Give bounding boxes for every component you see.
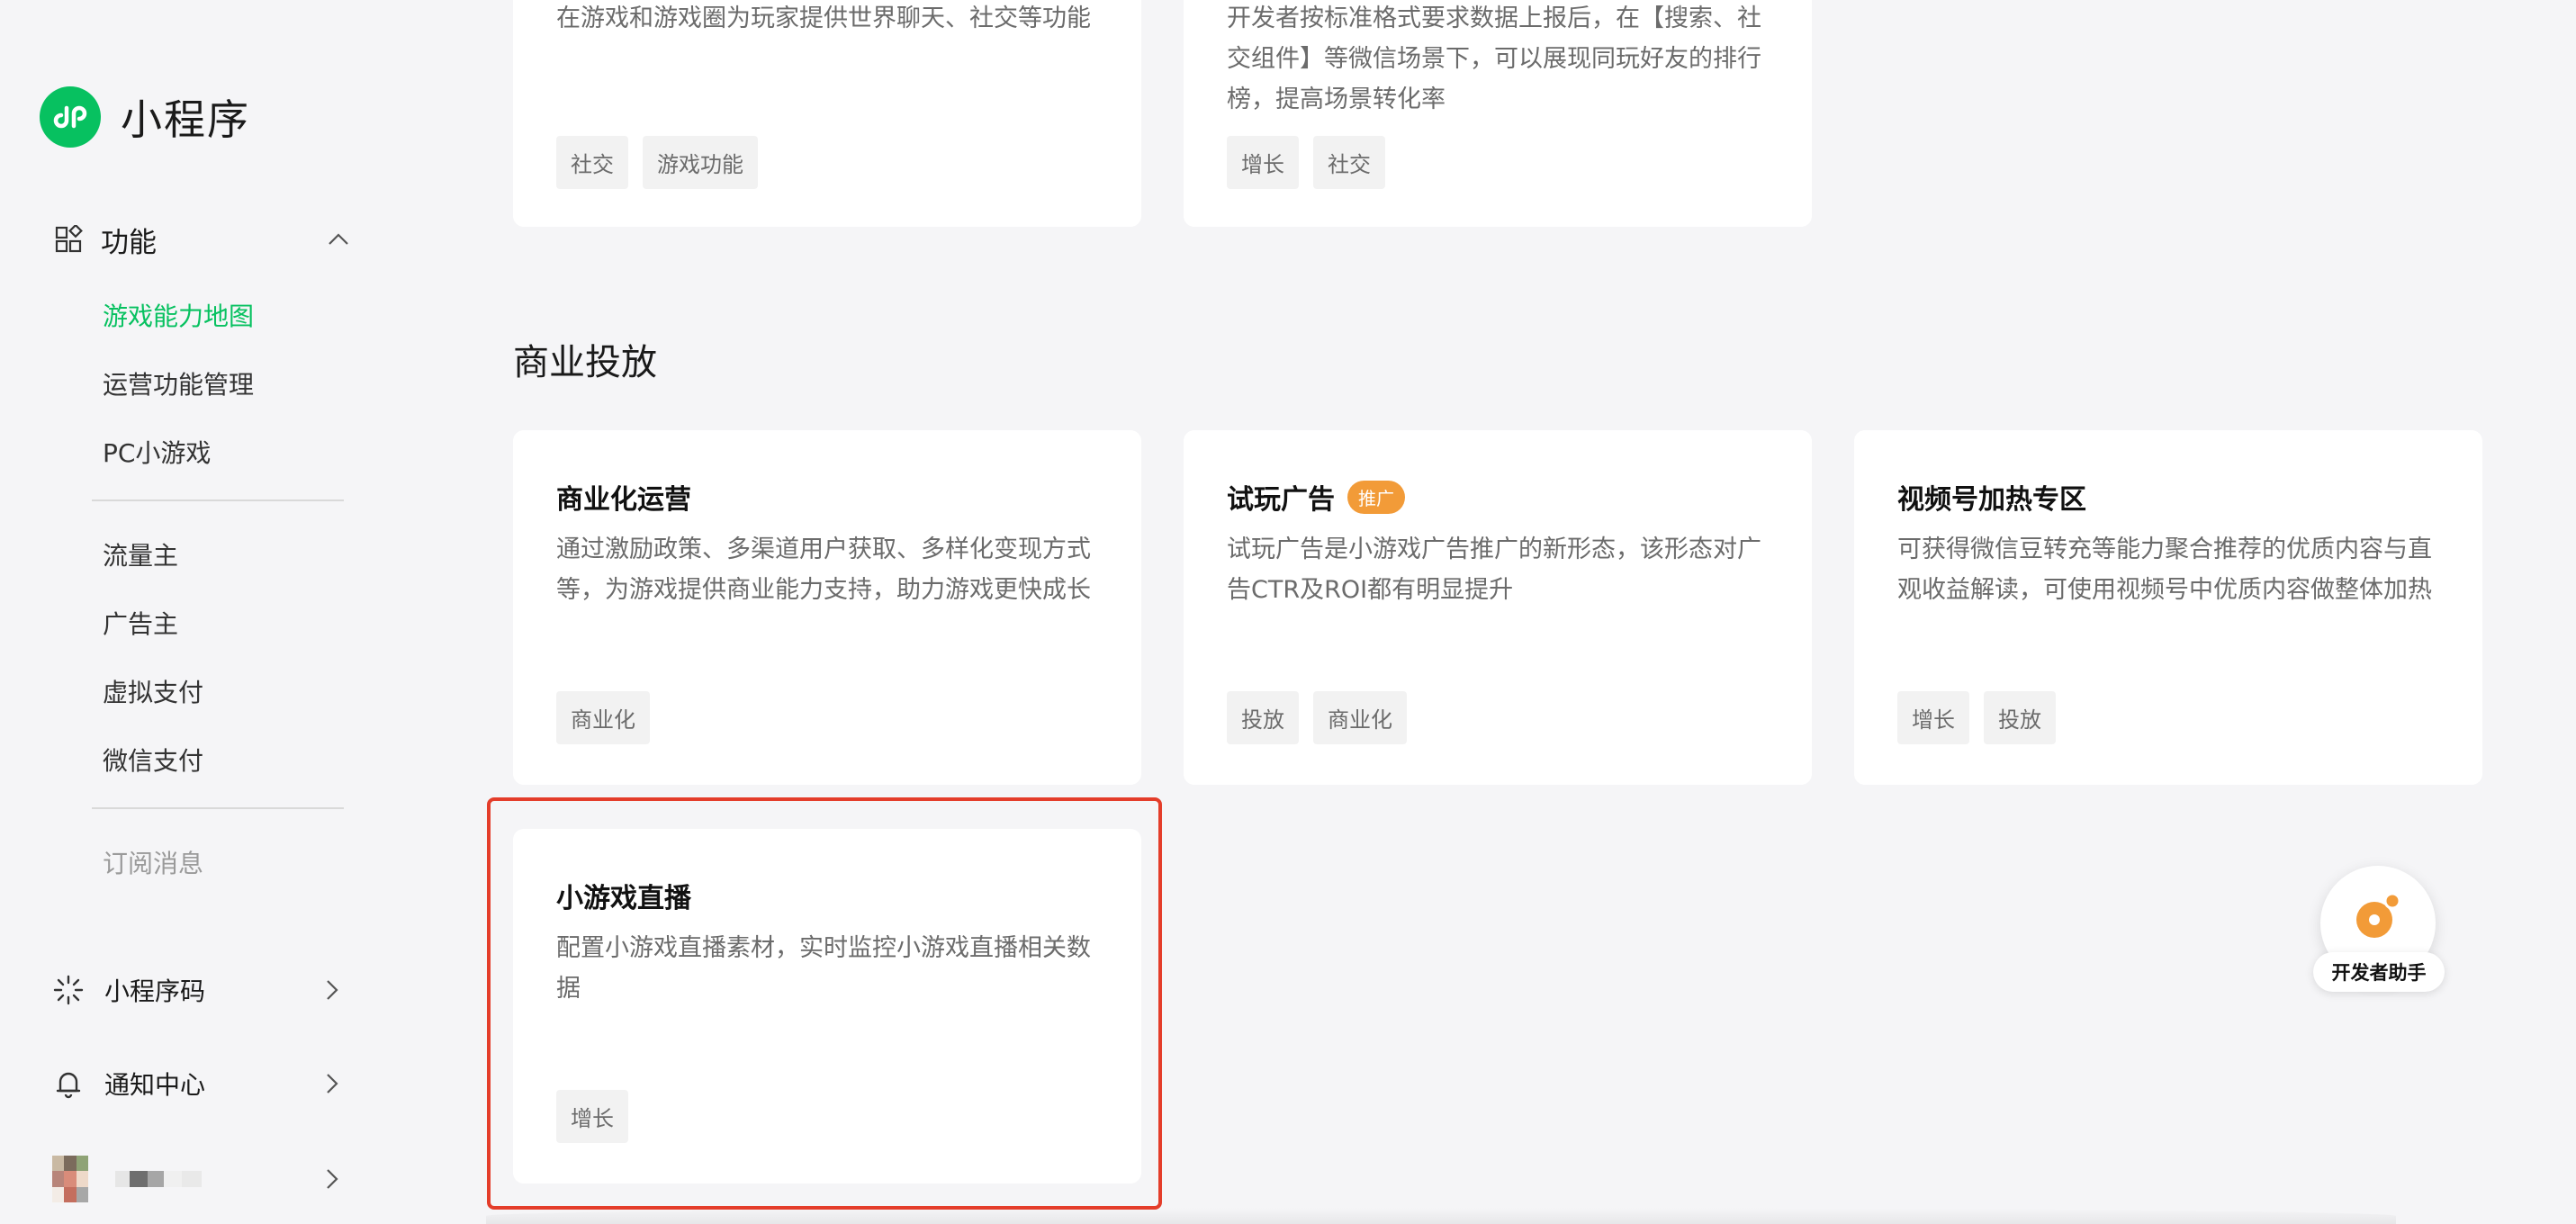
sidebar-item-virtual-payment[interactable]: 虚拟支付	[103, 673, 203, 709]
sidebar-item-game-capability-map[interactable]: 游戏能力地图	[103, 297, 254, 333]
capability-card[interactable]: 商业化运营 通过激励政策、多渠道用户获取、多样化变现方式等，为游戏提供商业能力支…	[513, 430, 1141, 785]
tag: 商业化	[1313, 691, 1407, 744]
card-tags: 增长 投放	[1897, 691, 2056, 744]
miniprogram-logo-icon	[40, 86, 101, 148]
card-title: 商业化运营	[556, 484, 691, 516]
sidebar-item-pc-games[interactable]: PC小游戏	[103, 434, 211, 470]
capability-card[interactable]: 在游戏和游戏圈为玩家提供世界聊天、社交等功能 社交 游戏功能	[513, 0, 1141, 227]
sidebar-item-wechat-pay[interactable]: 微信支付	[103, 742, 203, 778]
sidebar-item-miniprogram-code[interactable]: 小程序码	[52, 968, 355, 1012]
capability-card[interactable]: 开发者按标准格式要求数据上报后，在【搜索、社交组件】等微信场景下，可以展现同玩好…	[1184, 0, 1812, 227]
highlight-box	[487, 797, 1162, 1210]
account-name-redacted	[115, 1171, 202, 1187]
sidebar-item-traffic-owner[interactable]: 流量主	[103, 536, 178, 572]
bottom-shadow	[486, 1208, 2396, 1224]
card-title: 视频号加热专区	[1897, 484, 2086, 516]
nav-group-features[interactable]: 功能	[54, 220, 360, 259]
capability-card[interactable]: 试玩广告 推广 试玩广告是小游戏广告推广的新形态，该形态对广告CTR及ROI都有…	[1184, 430, 1812, 785]
promo-badge: 推广	[1347, 480, 1405, 514]
sidebar-account[interactable]	[52, 1154, 355, 1204]
chevron-right-icon	[327, 980, 338, 1000]
card-description: 可获得微信豆转充等能力聚合推荐的优质内容与直观收益解读，可使用视频号中优质内容做…	[1897, 536, 2432, 604]
card-title: 试玩广告 推广	[1227, 477, 1405, 517]
tag: 社交	[1313, 136, 1385, 189]
tag: 投放	[1984, 691, 2056, 744]
chevron-up-icon[interactable]	[324, 225, 353, 254]
grid-icon	[55, 225, 83, 253]
card-tags: 社交 游戏功能	[556, 136, 758, 189]
capability-card[interactable]: 视频号加热专区 可获得微信豆转充等能力聚合推荐的优质内容与直观收益解读，可使用视…	[1854, 430, 2482, 785]
sidebar-divider	[92, 807, 344, 809]
qrcode-burst-icon	[53, 975, 84, 1005]
assistant-icon	[2356, 892, 2401, 938]
tag: 游戏功能	[643, 136, 758, 189]
nav-group-label: 功能	[101, 226, 157, 259]
bell-icon	[56, 1072, 81, 1099]
sidebar-item-label: 小程序码	[104, 976, 206, 1006]
sidebar-item-operations[interactable]: 运营功能管理	[103, 365, 254, 401]
card-description: 试玩广告是小游戏广告推广的新形态，该形态对广告CTR及ROI都有明显提升	[1227, 536, 1761, 604]
app-logo[interactable]: 小程序	[40, 86, 250, 148]
tag: 增长	[1897, 691, 1969, 744]
sidebar: 小程序 功能 游戏能力地图 运营功能管理 PC小游戏 流量主 广告主 虚拟支付 …	[0, 0, 378, 1224]
developer-assistant-label[interactable]: 开发者助手	[2313, 952, 2445, 992]
avatar	[52, 1156, 88, 1202]
chevron-right-icon	[327, 1169, 338, 1189]
tag: 社交	[556, 136, 628, 189]
tag: 商业化	[556, 691, 650, 744]
card-tags: 增长 社交	[1227, 136, 1385, 189]
sidebar-item-subscription-messages[interactable]: 订阅消息	[103, 844, 203, 880]
sidebar-item-notification-center[interactable]: 通知中心	[52, 1062, 355, 1105]
card-description: 通过激励政策、多渠道用户获取、多样化变现方式等，为游戏提供商业能力支持，助力游戏…	[556, 536, 1091, 604]
card-description: 在游戏和游戏圈为玩家提供世界聊天、社交等功能	[556, 4, 1091, 32]
app-title: 小程序	[121, 95, 250, 144]
sidebar-divider	[92, 500, 344, 501]
chevron-right-icon	[327, 1074, 338, 1094]
card-tags: 商业化	[556, 691, 650, 744]
card-description: 开发者按标准格式要求数据上报后，在【搜索、社交组件】等微信场景下，可以展现同玩好…	[1227, 4, 1761, 113]
sidebar-item-advertiser[interactable]: 广告主	[103, 605, 178, 641]
card-tags: 投放 商业化	[1227, 691, 1407, 744]
tag: 增长	[1227, 136, 1299, 189]
section-title: 商业投放	[513, 342, 657, 383]
tag: 投放	[1227, 691, 1299, 744]
sidebar-item-label: 通知中心	[104, 1070, 206, 1100]
